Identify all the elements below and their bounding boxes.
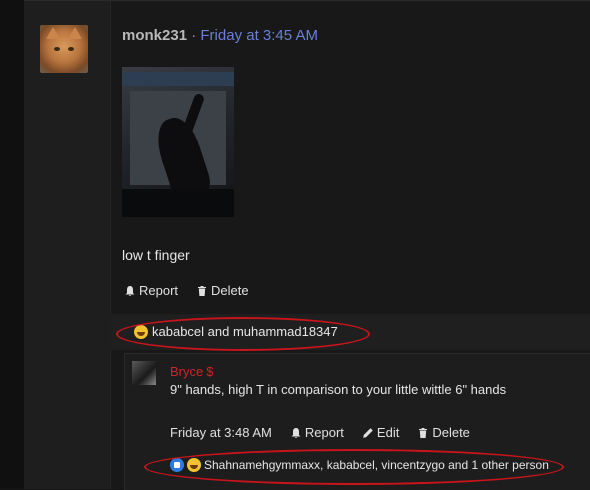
left-gutter [0, 0, 24, 488]
laughing-emoji-icon [134, 324, 148, 339]
post-username[interactable]: monk231 [122, 27, 187, 44]
reply-delete-button[interactable]: Delete [417, 425, 470, 440]
reply-reactions[interactable]: Shahnamehgymmaxx, kababcel, vincentzygo … [170, 458, 549, 472]
post-actions: Report Delete [124, 283, 249, 298]
attachment-browser-bar [122, 72, 234, 86]
dollar-badge-icon: $ [206, 364, 214, 379]
reply-username[interactable]: Bryce [170, 364, 203, 379]
post-timestamp[interactable]: Friday at 3:45 AM [200, 27, 318, 44]
post-body: low t finger [122, 247, 190, 263]
post-reactions[interactable]: kababcel and muhammad18347 [134, 324, 338, 339]
delete-button[interactable]: Delete [196, 283, 249, 298]
header-separator: · [191, 27, 197, 44]
reply-report-button[interactable]: Report [290, 425, 344, 440]
reply-username-row: Bryce $ [170, 364, 213, 379]
reply-edit-label: Edit [376, 425, 400, 440]
reply-body: 9" hands, high T in comparison to your l… [170, 382, 507, 397]
reply-timestamp[interactable]: Friday at 3:48 AM [170, 425, 272, 440]
reply-edit-button[interactable]: Edit [362, 425, 399, 440]
reply-report-label: Report [304, 425, 344, 440]
report-button[interactable]: Report [124, 283, 178, 298]
delete-label: Delete [211, 283, 249, 298]
reply-delete-label: Delete [432, 425, 470, 440]
report-label: Report [139, 283, 179, 298]
trash-icon [198, 285, 207, 296]
pencil-icon [363, 427, 373, 438]
laughing-emoji-icon [187, 458, 201, 472]
forum-post: monk231 · Friday at 3:45 AM low t finger… [24, 0, 590, 490]
post-user-column [24, 1, 111, 489]
bell-icon [291, 427, 301, 438]
reply-reactions-text: Shahnamehgymmaxx, kababcel, vincentzygo … [204, 458, 549, 472]
attachment-bottom [122, 189, 234, 217]
image-attachment[interactable] [122, 67, 234, 217]
bell-icon [125, 285, 135, 296]
trash-icon [419, 427, 428, 438]
like-emoji-icon [170, 458, 184, 472]
avatar[interactable] [40, 25, 88, 73]
post-reactions-text: kababcel and muhammad18347 [152, 324, 338, 339]
reply-avatar[interactable] [132, 361, 156, 385]
post-header: monk231 · Friday at 3:45 AM [122, 27, 318, 44]
reply-actions: Friday at 3:48 AM Report Edit Delete [170, 425, 470, 440]
